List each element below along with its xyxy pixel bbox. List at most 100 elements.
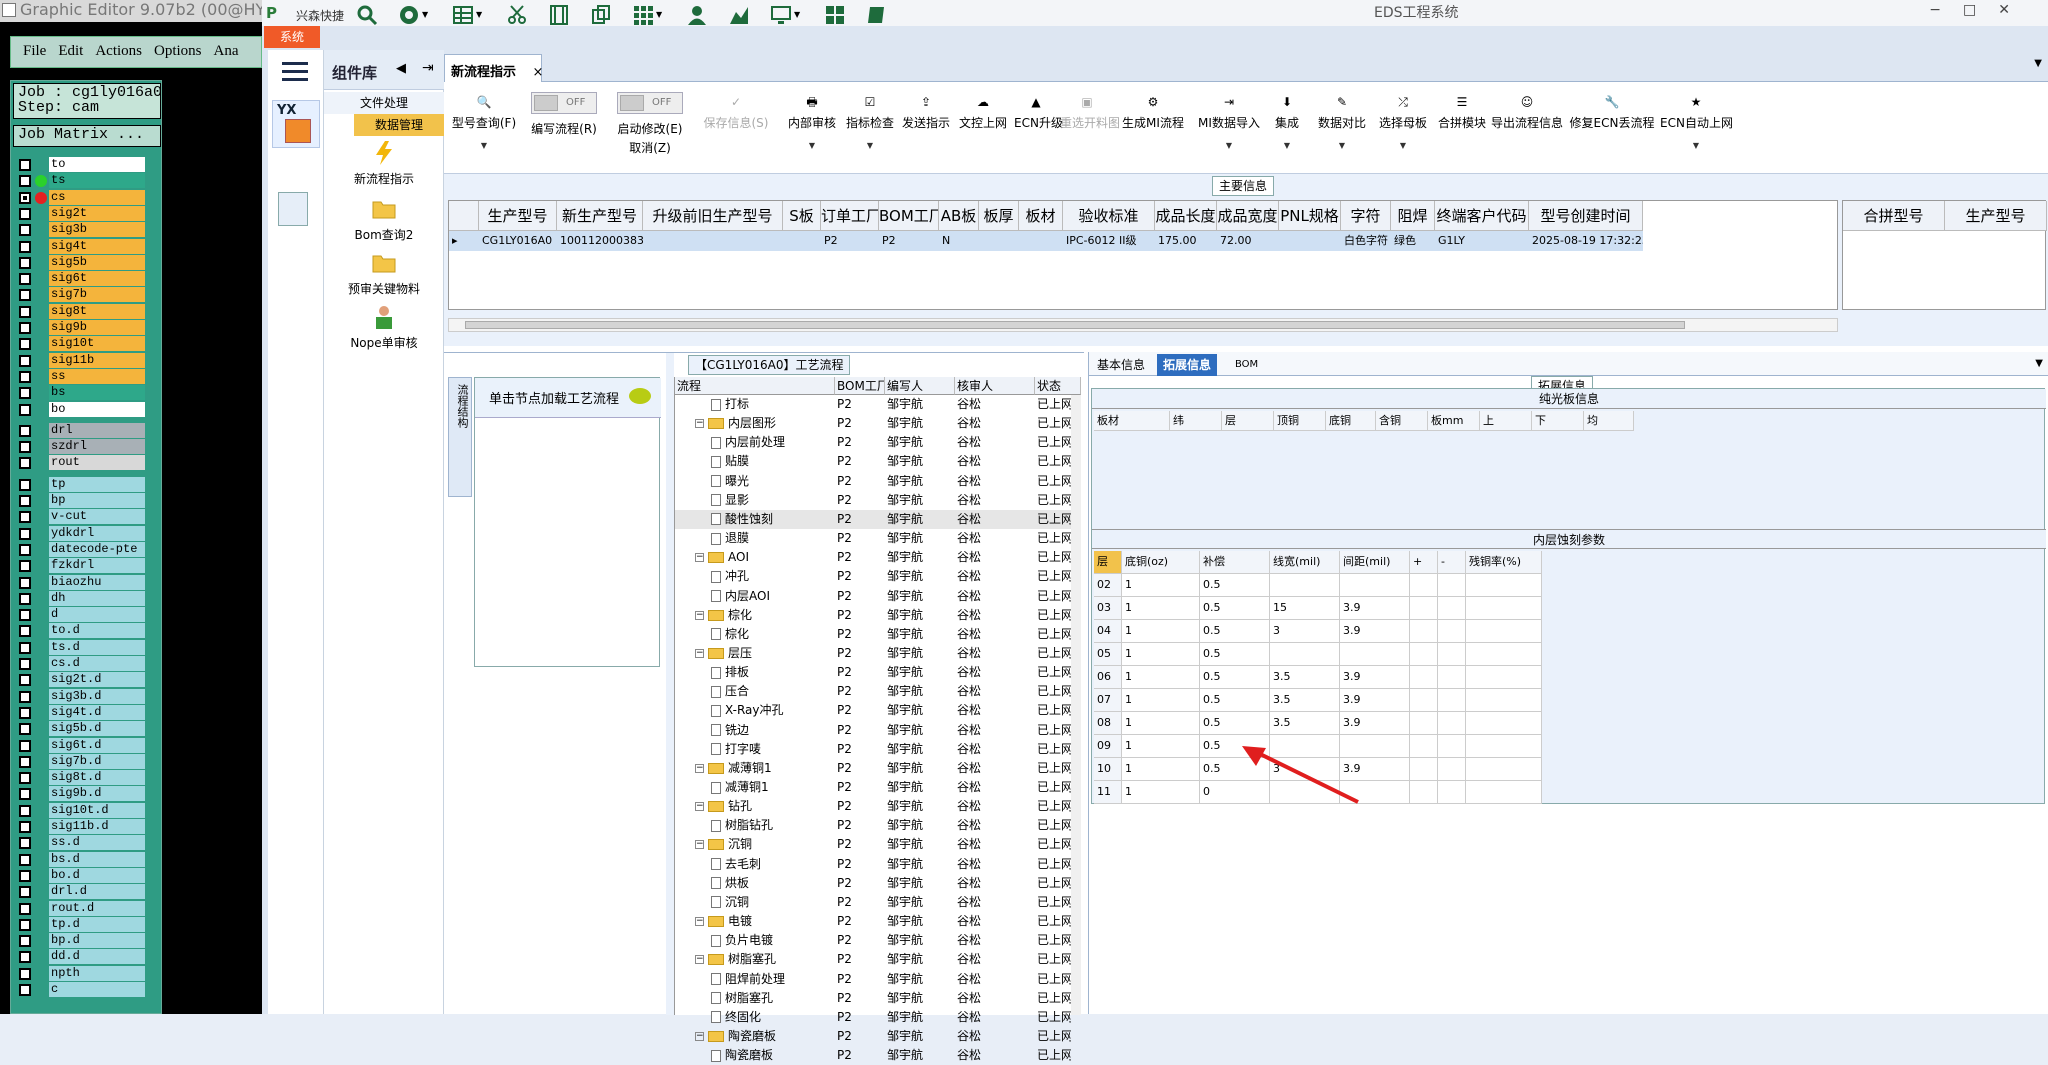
layer-checkbox[interactable] [19,609,31,622]
layer-checkbox[interactable] [19,658,31,670]
tab-menu-icon[interactable]: ▼ [2034,58,2042,69]
collapse-toggle-icon[interactable]: − [695,1031,704,1041]
main-info-column-header[interactable]: 成品宽度 [1217,201,1279,231]
layer-checkbox[interactable] [19,207,31,220]
system-button[interactable]: 系统 [264,26,320,48]
etch-cell[interactable]: 1 [1122,735,1200,758]
layer-checkbox[interactable] [19,322,31,334]
layer-checkbox[interactable] [19,723,31,736]
menu-options[interactable]: Options [142,37,202,60]
etch-layer-cell[interactable]: 09 [1094,735,1122,758]
etch-cell[interactable] [1410,620,1438,643]
tab-basic-info[interactable]: 基本信息 [1091,354,1151,376]
layer-row[interactable]: drl.d [13,884,161,900]
etch-cell[interactable] [1466,735,1542,758]
etch-cell[interactable]: 0.5 [1200,689,1270,712]
layer-row[interactable]: sig9b [13,320,161,336]
tab-new-flow[interactable]: 新流程指示 × [444,54,544,82]
toolbar-button[interactable]: ✎ 数据对比 ▼ [1314,82,1370,174]
layer-checkbox[interactable] [19,175,31,188]
layer-row[interactable]: to [13,157,161,173]
etch-column-header[interactable]: - [1438,551,1466,574]
layer-checkbox[interactable] [19,240,31,253]
plain-board-column-header[interactable]: 上 [1480,411,1532,431]
layer-row[interactable]: sig6t.d [13,737,161,754]
layer-checkbox[interactable] [19,821,31,833]
close-tab-icon[interactable]: × [533,65,544,80]
layer-row[interactable]: sig10t [13,336,161,352]
search-icon[interactable] [356,4,378,26]
layer-checkbox[interactable] [19,441,31,454]
etch-cell[interactable] [1466,574,1542,597]
process-row[interactable]: − 钻孔 P2 邹宇航 谷松 已上网 [675,797,1071,816]
collapse-toggle-icon[interactable]: − [695,553,704,563]
process-column-header[interactable]: BOM工厂 [835,377,885,395]
process-column-header[interactable]: 状态 [1035,377,1081,395]
process-row[interactable]: − 内层图形 P2 邹宇航 谷松 已上网 [675,414,1071,433]
pin-icon[interactable]: ⇥ [422,60,434,76]
layer-checkbox[interactable] [19,354,31,367]
layer-checkbox[interactable] [19,527,31,540]
etch-cell[interactable]: 3.5 [1270,666,1340,689]
layer-row[interactable]: sig9b.d [13,786,161,802]
collapse-toggle-icon[interactable]: − [695,802,704,812]
main-info-hscrollbar[interactable] [448,318,1838,332]
toolbar-button[interactable]: ⚙ 生成MI流程 [1114,82,1192,174]
layer-row[interactable]: sig11b [13,352,161,369]
layer-checkbox[interactable] [19,690,31,703]
etch-cell[interactable] [1410,781,1438,804]
etch-cell[interactable] [1466,758,1542,781]
nav-bom-query[interactable]: Bom查询2 [324,196,444,243]
etch-cell[interactable] [1438,689,1466,712]
toolbar-button[interactable]: ★ ECN自动上网 ▼ [1660,82,1733,174]
nav-nope-review[interactable]: Nope单审核 [324,304,444,351]
layer-row[interactable]: ts [13,173,161,189]
etch-cell[interactable]: 1 [1122,597,1200,620]
layer-checkbox[interactable] [19,305,31,318]
layer-checkbox[interactable] [19,967,31,980]
layer-row[interactable]: sig3b [13,222,161,238]
process-row[interactable]: 退膜 P2 邹宇航 谷松 已上网 [675,529,1071,548]
table-icon[interactable] [452,4,474,26]
layer-row[interactable]: tp.d [13,916,161,933]
menu-file[interactable]: File [11,37,46,60]
process-row[interactable]: 压合 P2 邹宇航 谷松 已上网 [675,682,1071,701]
layer-checkbox[interactable] [19,273,31,286]
dropdown-icon[interactable]: ▼ [1660,141,1732,150]
layer-checkbox[interactable] [19,338,31,351]
layer-row[interactable]: bp.d [13,933,161,949]
etch-cell[interactable] [1438,735,1466,758]
etch-cell[interactable] [1466,781,1542,804]
toolbar-button[interactable]: 🔧 修复ECN丢流程 [1568,82,1656,174]
layer-checkbox[interactable] [19,592,31,605]
etch-cell[interactable]: 1 [1122,643,1200,666]
close-button[interactable]: ✕ [1998,2,2032,18]
user-icon[interactable] [686,4,708,26]
layer-checkbox[interactable] [19,387,31,400]
main-info-cell[interactable] [1019,231,1063,251]
layer-row[interactable]: v-cut [13,509,161,525]
etch-layer-cell[interactable]: 02 [1094,574,1122,597]
main-info-column-header[interactable]: AB板 [939,201,979,231]
layer-checkbox[interactable] [19,495,31,507]
layer-row[interactable]: c [13,982,161,998]
maximize-button[interactable]: □ [1963,2,1998,18]
dropdown-icon[interactable]: ▼ [1196,141,1262,150]
process-row[interactable]: 阻焊前处理 P2 邹宇航 谷松 已上网 [675,970,1071,989]
plain-board-column-header[interactable]: 下 [1532,411,1584,431]
main-info-cell[interactable]: 2025-08-19 17:32:23 [1529,231,1643,251]
etch-cell[interactable]: 0.5 [1200,712,1270,735]
process-column-header[interactable]: 核审人 [955,377,1035,395]
toolbar-button[interactable]: ▲ ECN升级 [1014,82,1063,174]
merge-model-header[interactable]: 合拼型号 [1843,201,1945,231]
main-info-cell[interactable]: P2 [879,231,939,251]
etch-cell[interactable] [1466,689,1542,712]
toolbar-button[interactable]: 🖶 内部审核 ▼ [784,82,840,174]
etch-cell[interactable]: 0.5 [1200,597,1270,620]
etch-cell[interactable]: 0.5 [1200,574,1270,597]
chart-icon[interactable] [728,4,750,26]
main-info-cell[interactable]: N [939,231,979,251]
layer-checkbox[interactable] [19,853,31,866]
collapse-toggle-icon[interactable]: − [695,648,704,658]
collapse-toggle-icon[interactable]: − [695,419,704,429]
